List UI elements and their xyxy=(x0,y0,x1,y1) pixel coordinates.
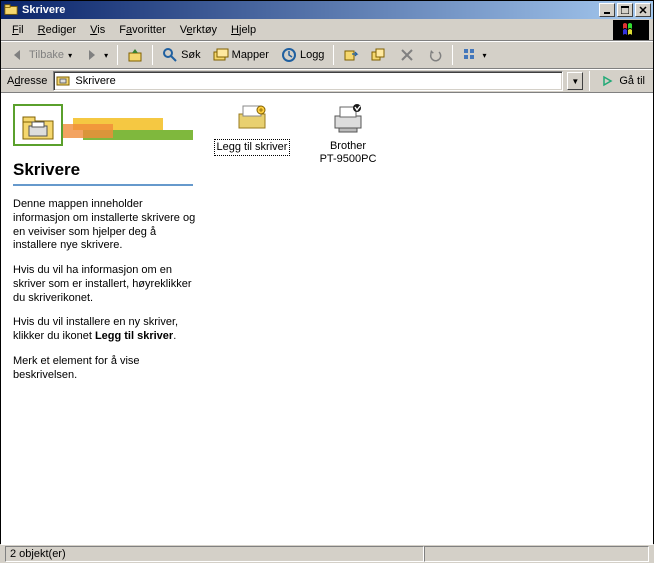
address-dropdown-button[interactable]: ▼ xyxy=(567,72,583,90)
menu-bar: Fil Rediger Vis Favoritter Verktøy Hjelp xyxy=(1,19,653,41)
window-buttons xyxy=(597,3,651,17)
add-printer-icon xyxy=(235,102,269,136)
menu-vis[interactable]: Vis xyxy=(83,22,112,38)
info-para-1: Denne mappen inneholder informasjon om i… xyxy=(13,198,197,253)
pane-title: Skrivere xyxy=(13,160,197,180)
folders-icon xyxy=(213,47,229,63)
divider xyxy=(13,184,193,186)
forward-button[interactable]: ▾ xyxy=(79,44,113,66)
add-printer-item[interactable]: Legg til skriver xyxy=(213,102,291,156)
folder-banner-graphic xyxy=(13,104,193,154)
add-printer-label: Legg til skriver xyxy=(214,139,291,156)
go-label: Gå til xyxy=(619,75,645,87)
chevron-down-icon: ▾ xyxy=(68,51,72,60)
menu-verktoy[interactable]: Verktøy xyxy=(173,22,224,38)
moveto-button[interactable] xyxy=(338,44,364,66)
menu-rediger[interactable]: Rediger xyxy=(31,22,84,38)
separator xyxy=(589,71,590,91)
menu-favoritter[interactable]: Favoritter xyxy=(112,22,172,38)
chevron-down-icon: ▾ xyxy=(104,51,108,60)
status-cell-2 xyxy=(424,546,649,562)
close-button[interactable] xyxy=(635,3,651,17)
printers-folder-icon xyxy=(3,2,19,18)
delete-icon xyxy=(399,47,415,63)
chevron-down-icon: ▼ xyxy=(571,77,579,86)
up-button[interactable] xyxy=(122,44,148,66)
history-icon xyxy=(281,47,297,63)
copyto-icon xyxy=(371,47,387,63)
undo-icon xyxy=(427,47,443,63)
views-icon xyxy=(462,47,478,63)
folders-button[interactable]: Mapper xyxy=(208,44,274,66)
go-button[interactable]: Gå til xyxy=(596,73,649,89)
info-para-4: Merk et element for å vise beskrivelsen. xyxy=(13,355,197,383)
search-label: Søk xyxy=(181,49,201,61)
separator xyxy=(152,45,153,65)
address-label: Adresse xyxy=(5,75,49,87)
address-bar: Adresse Skrivere ▼ Gå til xyxy=(1,69,653,93)
back-label: Tilbake xyxy=(29,49,64,61)
delete-button[interactable] xyxy=(394,44,420,66)
maximize-button[interactable] xyxy=(617,3,633,17)
toolbar: Tilbake ▾ ▾ Søk Mapper Logg ▾ xyxy=(1,41,653,69)
content-area: Skrivere Denne mappen inneholder informa… xyxy=(1,93,653,544)
info-pane: Skrivere Denne mappen inneholder informa… xyxy=(1,94,209,544)
separator xyxy=(452,45,453,65)
printers-folder-icon xyxy=(56,73,72,89)
status-text: 2 objekt(er) xyxy=(5,546,424,562)
printer-brother-item[interactable]: BrotherPT-9500PC xyxy=(309,102,387,166)
back-arrow-icon xyxy=(10,47,26,63)
printer-icon xyxy=(331,102,365,136)
info-para-3: Hvis du vil installere en ny skriver, kl… xyxy=(13,316,197,344)
address-value: Skrivere xyxy=(75,75,115,87)
go-icon xyxy=(600,73,616,89)
search-button[interactable]: Søk xyxy=(157,44,206,66)
minimize-button[interactable] xyxy=(599,3,615,17)
moveto-icon xyxy=(343,47,359,63)
history-label: Logg xyxy=(300,49,324,61)
views-button[interactable]: ▾ xyxy=(457,44,491,66)
folder-up-icon xyxy=(127,47,143,63)
menu-hjelp[interactable]: Hjelp xyxy=(224,22,263,38)
back-button[interactable]: Tilbake ▾ xyxy=(5,44,77,66)
history-button[interactable]: Logg xyxy=(276,44,329,66)
icon-view[interactable]: Legg til skriver BrotherPT-9500PC xyxy=(209,94,653,544)
undo-button[interactable] xyxy=(422,44,448,66)
title-bar: Skrivere xyxy=(1,1,653,19)
folders-label: Mapper xyxy=(232,49,269,61)
info-para-2: Hvis du vil ha informasjon om en skriver… xyxy=(13,264,197,305)
status-bar: 2 objekt(er) xyxy=(1,544,653,563)
search-icon xyxy=(162,47,178,63)
copyto-button[interactable] xyxy=(366,44,392,66)
address-combo[interactable]: Skrivere xyxy=(53,71,563,91)
separator xyxy=(333,45,334,65)
menu-fil[interactable]: Fil xyxy=(5,22,31,38)
forward-arrow-icon xyxy=(84,47,100,63)
chevron-down-icon: ▾ xyxy=(482,51,486,60)
windows-logo-icon xyxy=(613,20,649,40)
printer-label: BrotherPT-9500PC xyxy=(309,139,387,166)
separator xyxy=(117,45,118,65)
window-title: Skrivere xyxy=(22,4,597,16)
